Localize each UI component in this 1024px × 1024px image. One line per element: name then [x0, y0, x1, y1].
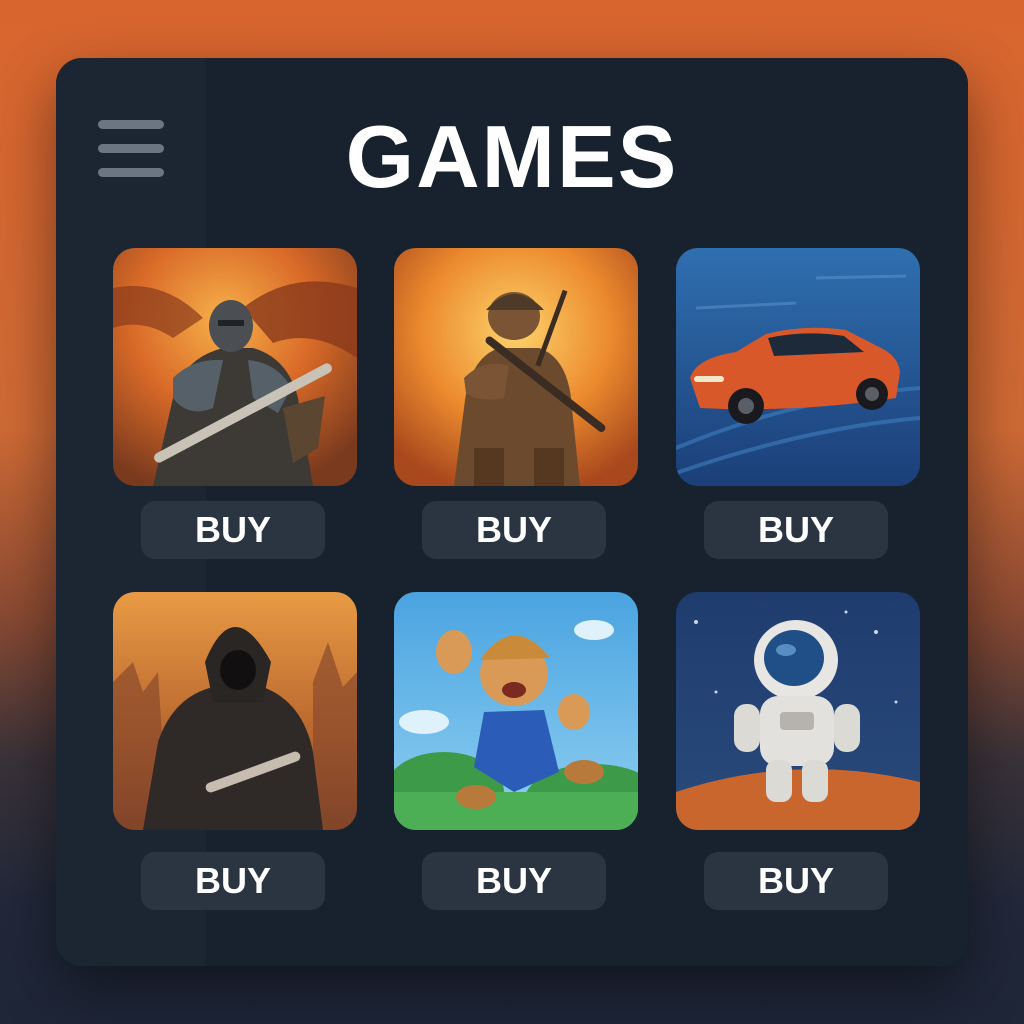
buy-button[interactable]: BUY: [141, 852, 325, 910]
buy-button[interactable]: BUY: [704, 852, 888, 910]
jumping-plumber-art: [394, 592, 638, 830]
games-panel: GAMES BUY BUY BUY BUY BUY BUY: [56, 58, 968, 966]
knight-game-thumbnail[interactable]: [113, 248, 357, 486]
page-title: GAMES: [345, 107, 679, 206]
astronaut-game-thumbnail[interactable]: [676, 592, 920, 830]
buy-button[interactable]: BUY: [422, 501, 606, 559]
hooded-assassin-art: [113, 592, 357, 830]
car-game-thumbnail[interactable]: [676, 248, 920, 486]
buy-button[interactable]: BUY: [141, 501, 325, 559]
plumber-game-thumbnail[interactable]: [394, 592, 638, 830]
soldier-with-rifle-art: [394, 248, 638, 486]
red-sports-car-art: [676, 248, 920, 486]
hooded-game-thumbnail[interactable]: [113, 592, 357, 830]
soldier-game-thumbnail[interactable]: [394, 248, 638, 486]
astronaut-on-planet-art: [676, 592, 920, 830]
buy-button[interactable]: BUY: [422, 852, 606, 910]
armored-knight-with-sword-art: [113, 248, 357, 486]
buy-button[interactable]: BUY: [704, 501, 888, 559]
